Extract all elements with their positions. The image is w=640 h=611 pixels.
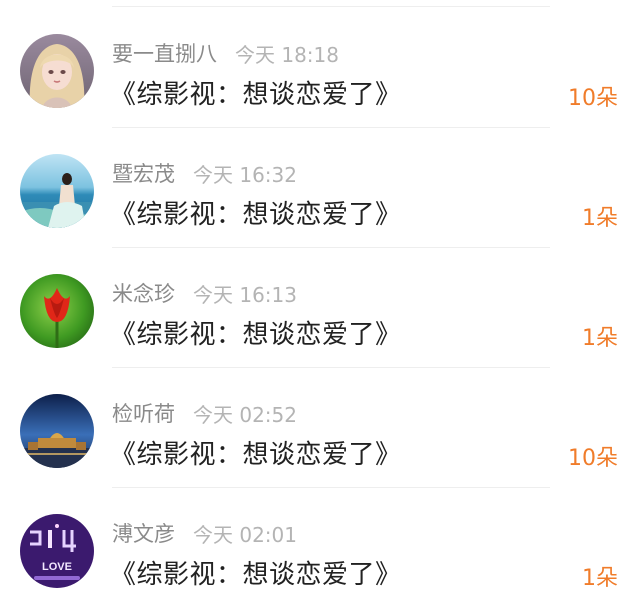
avatar-image [20,394,94,468]
book-title[interactable]: 《综影视：想谈恋爱了》 [110,434,402,471]
meta-line: 米念珍 今天 16:13 [112,278,297,308]
book-title[interactable]: 《综影视：想谈恋爱了》 [110,74,402,111]
gift-record-list: 要一直捌八 今天 18:18 《综影视：想谈恋爱了》 10朵 暨宏茂 今天 16… [0,0,640,611]
username[interactable]: 检听荷 [112,398,175,428]
avatar[interactable] [20,154,94,228]
timestamp: 今天 18:18 [235,42,339,67]
avatar[interactable] [20,34,94,108]
username[interactable]: 米念珍 [112,278,175,308]
list-item[interactable]: 暨宏茂 今天 16:32 《综影视：想谈恋爱了》 1朵 [0,128,640,248]
timestamp: 今天 16:13 [193,282,297,307]
list-item[interactable]: 米念珍 今天 16:13 《综影视：想谈恋爱了》 1朵 [0,248,640,368]
list-item[interactable]: LOVE 溥文彦 今天 02:01 《综影视：想谈恋爱了》 1朵 [0,488,640,608]
book-title[interactable]: 《综影视：想谈恋爱了》 [110,554,402,591]
neon-love-text: LOVE [42,561,72,573]
meta-line: 要一直捌八 今天 18:18 [112,38,339,68]
avatar[interactable] [20,274,94,348]
timestamp: 今天 16:32 [193,162,297,187]
meta-line: 暨宏茂 今天 16:32 [112,158,297,188]
username[interactable]: 溥文彦 [112,518,175,548]
timestamp: 今天 02:01 [193,522,297,547]
list-item[interactable]: 要一直捌八 今天 18:18 《综影视：想谈恋爱了》 10朵 [0,8,640,128]
username[interactable]: 暨宏茂 [112,158,175,188]
book-title[interactable]: 《综影视：想谈恋爱了》 [110,194,402,231]
list-item[interactable]: 检听荷 今天 02:52 《综影视：想谈恋爱了》 10朵 [0,368,640,488]
flower-count: 1朵 [582,566,618,591]
flower-count: 1朵 [582,206,618,231]
username[interactable]: 要一直捌八 [112,38,217,68]
book-title[interactable]: 《综影视：想谈恋爱了》 [110,314,402,351]
meta-line: 检听荷 今天 02:52 [112,398,297,428]
flower-count: 1朵 [582,326,618,351]
avatar-image: LOVE [20,514,94,588]
avatar-image [20,154,94,228]
avatar-image [20,274,94,348]
flower-count: 10朵 [568,446,618,471]
avatar[interactable] [20,394,94,468]
meta-line: 溥文彦 今天 02:01 [112,518,297,548]
timestamp: 今天 02:52 [193,402,297,427]
flower-count: 10朵 [568,86,618,111]
avatar-image [20,34,94,108]
avatar[interactable]: LOVE [20,514,94,588]
top-divider [112,6,550,7]
